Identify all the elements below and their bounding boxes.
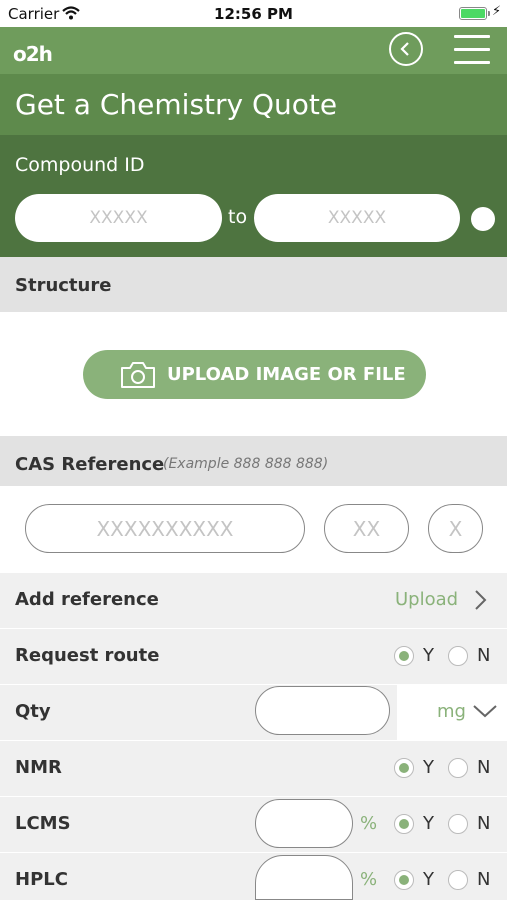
qty-input[interactable] [255, 686, 390, 735]
request-route-yes-radio[interactable] [394, 646, 414, 666]
cas-label: CAS Reference [15, 454, 165, 475]
lcms-unit: % [360, 813, 378, 834]
nmr-no-radio[interactable] [448, 758, 468, 778]
hplc-label: HPLC [15, 869, 68, 890]
page-title: Get a Chemistry Quote [15, 88, 338, 121]
back-button[interactable] [389, 32, 423, 66]
lcms-yes-label: Y [423, 813, 434, 834]
structure-label: Structure [15, 275, 112, 296]
chevron-down-icon [472, 703, 498, 723]
compound-id-to-input[interactable] [254, 194, 460, 242]
lcms-no-radio[interactable] [448, 814, 468, 834]
cas-example: (Example 888 888 888) [163, 456, 329, 472]
add-reference-label: Add reference [15, 589, 159, 610]
charging-icon: ⚡ [492, 4, 502, 19]
nmr-yes-label: Y [423, 757, 434, 778]
request-route-label: Request route [15, 645, 160, 666]
hplc-input[interactable] [255, 855, 353, 900]
upload-label: UPLOAD IMAGE OR FILE [167, 364, 406, 385]
camera-icon [120, 361, 156, 393]
menu-button[interactable] [454, 33, 490, 65]
hplc-yes-radio[interactable] [394, 870, 414, 890]
request-route-no-label: N [477, 645, 491, 666]
cas-part3-input[interactable] [428, 504, 483, 553]
back-icon [400, 42, 409, 56]
battery-icon [459, 7, 487, 20]
hplc-unit: % [360, 869, 378, 890]
compound-id-to-label: to [228, 206, 248, 228]
request-route-yes-label: Y [423, 645, 434, 666]
cas-part1-input[interactable] [25, 504, 305, 553]
hplc-no-label: N [477, 869, 491, 890]
qty-label: Qty [15, 701, 51, 722]
logo: o2h [13, 42, 53, 66]
nmr-label: NMR [15, 757, 62, 778]
cas-part2-input[interactable] [324, 504, 409, 553]
add-reference-upload-link[interactable]: Upload [395, 589, 458, 610]
lcms-input[interactable] [255, 799, 353, 848]
lcms-label: LCMS [15, 813, 71, 834]
hplc-no-radio[interactable] [448, 870, 468, 890]
request-route-no-radio[interactable] [448, 646, 468, 666]
lcms-no-label: N [477, 813, 491, 834]
battery-tip [488, 11, 490, 16]
chevron-right-icon [473, 588, 489, 616]
status-time: 12:56 PM [214, 5, 293, 23]
nmr-no-label: N [477, 757, 491, 778]
qty-unit-label: mg [437, 701, 466, 722]
lcms-yes-radio[interactable] [394, 814, 414, 834]
nav-bar [0, 27, 507, 74]
hplc-yes-label: Y [423, 869, 434, 890]
menu-icon [454, 35, 490, 38]
compound-id-label: Compound ID [15, 154, 145, 176]
nmr-yes-radio[interactable] [394, 758, 414, 778]
compound-id-from-input[interactable] [15, 194, 222, 242]
compound-id-dot[interactable] [471, 207, 495, 231]
